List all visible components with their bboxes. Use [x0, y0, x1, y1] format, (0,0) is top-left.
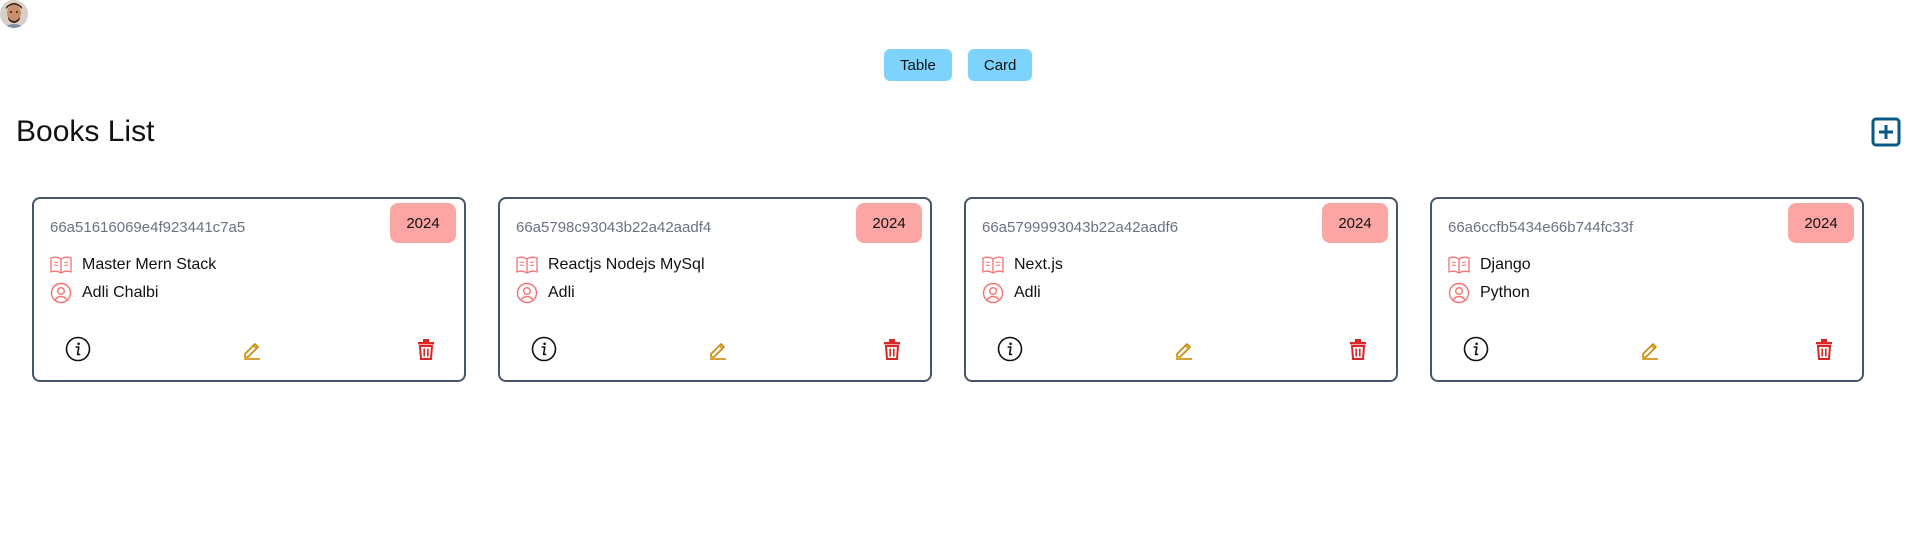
add-book-button[interactable]: [1871, 117, 1901, 147]
open-book-icon: [50, 254, 72, 276]
delete-button[interactable]: [1344, 335, 1372, 363]
book-author: Adli Chalbi: [82, 284, 159, 301]
open-book-icon: [516, 254, 538, 276]
year-badge: 2024: [1788, 203, 1854, 243]
book-card: 2024 66a5799993043b22a42aadf6 Next.js Ad…: [964, 197, 1398, 382]
pencil-icon: [710, 343, 726, 360]
info-button[interactable]: [64, 335, 92, 363]
book-author: Adli: [1014, 284, 1041, 301]
book-author-row: Adli: [516, 282, 575, 304]
book-author: Python: [1480, 284, 1530, 301]
info-circle-icon: [65, 336, 91, 362]
book-id: 66a6ccfb5434e66b744fc33f: [1448, 219, 1634, 236]
user-circle-icon: [50, 282, 72, 304]
year-badge: 2024: [856, 203, 922, 243]
card-actions: [1432, 335, 1862, 363]
info-circle-icon: [531, 336, 557, 362]
book-card: 2024 66a5798c93043b22a42aadf4 Reactjs No…: [498, 197, 932, 382]
trash-icon: [1816, 339, 1832, 360]
open-book-icon: [982, 254, 1004, 276]
edit-button[interactable]: [704, 335, 732, 363]
info-button[interactable]: [530, 335, 558, 363]
page-title: Books List: [16, 115, 155, 148]
user-circle-icon: [1448, 282, 1470, 304]
book-author-row: Python: [1448, 282, 1530, 304]
book-title-row: Django: [1448, 254, 1531, 276]
user-circle-icon: [982, 282, 1004, 304]
trash-icon: [418, 339, 434, 360]
book-title: Reactjs Nodejs MySql: [548, 256, 705, 273]
book-card: 2024 66a51616069e4f923441c7a5 Master Mer…: [32, 197, 466, 382]
table-view-button[interactable]: Table: [884, 49, 952, 81]
card-view-button[interactable]: Card: [967, 49, 1033, 81]
info-button[interactable]: [996, 335, 1024, 363]
book-id: 66a5798c93043b22a42aadf4: [516, 219, 712, 236]
book-author: Adli: [548, 284, 575, 301]
open-book-icon: [1448, 254, 1470, 276]
page: Table Card Books List 2024 66a51616069e4…: [0, 0, 1920, 543]
info-button[interactable]: [1462, 335, 1490, 363]
user-photo-icon: [0, 0, 28, 28]
book-title: Next.js: [1014, 256, 1063, 273]
trash-icon: [884, 339, 900, 360]
pencil-icon: [1642, 343, 1658, 360]
book-title-row: Reactjs Nodejs MySql: [516, 254, 705, 276]
book-title-row: Master Mern Stack: [50, 254, 216, 276]
book-title: Django: [1480, 256, 1531, 273]
card-actions: [966, 335, 1396, 363]
year-badge: 2024: [1322, 203, 1388, 243]
book-card-list: 2024 66a51616069e4f923441c7a5 Master Mer…: [32, 197, 1864, 382]
info-circle-icon: [1463, 336, 1489, 362]
view-toggle: Table Card: [884, 49, 1033, 81]
info-circle-icon: [997, 336, 1023, 362]
edit-button[interactable]: [1636, 335, 1664, 363]
trash-icon: [1350, 339, 1366, 360]
book-title: Master Mern Stack: [82, 256, 217, 273]
pencil-icon: [1176, 343, 1192, 360]
book-title-row: Next.js: [982, 254, 1063, 276]
book-author-row: Adli: [982, 282, 1041, 304]
delete-button[interactable]: [412, 335, 440, 363]
book-card: 2024 66a6ccfb5434e66b744fc33f Django Pyt…: [1430, 197, 1864, 382]
edit-button[interactable]: [238, 335, 266, 363]
avatar[interactable]: [0, 0, 28, 28]
plus-square-icon: [1871, 117, 1901, 147]
book-author-row: Adli Chalbi: [50, 282, 158, 304]
card-actions: [500, 335, 930, 363]
year-badge: 2024: [390, 203, 456, 243]
card-actions: [34, 335, 464, 363]
book-id: 66a5799993043b22a42aadf6: [982, 219, 1179, 236]
book-id: 66a51616069e4f923441c7a5: [50, 219, 246, 236]
user-circle-icon: [516, 282, 538, 304]
pencil-icon: [244, 343, 260, 360]
delete-button[interactable]: [878, 335, 906, 363]
delete-button[interactable]: [1810, 335, 1838, 363]
edit-button[interactable]: [1170, 335, 1198, 363]
